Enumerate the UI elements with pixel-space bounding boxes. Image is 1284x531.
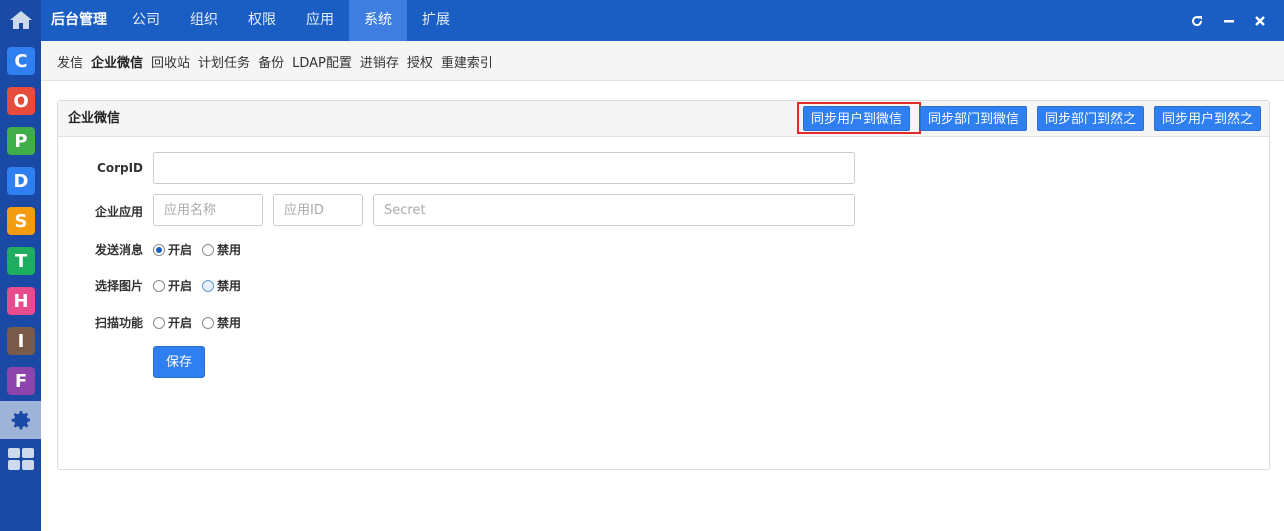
corpid-input[interactable]	[153, 152, 855, 184]
subnav-reindex[interactable]: 重建索引	[441, 52, 493, 71]
refresh-icon[interactable]	[1186, 0, 1208, 41]
nav-company[interactable]: 公司	[117, 0, 175, 41]
scan-off-radio[interactable]	[202, 316, 215, 329]
nav-application[interactable]: 应用	[291, 0, 349, 41]
sync-users-to-ranzhi-button[interactable]: 同步用户到然之	[1154, 106, 1262, 131]
subnav-ldap[interactable]: LDAP配置	[292, 52, 352, 71]
send-on-label: 开启	[168, 243, 193, 257]
app-sidebar: C O P D S T H I F	[0, 0, 41, 531]
scan-label: 扫描功能	[94, 316, 143, 330]
app-f-icon[interactable]: F	[7, 367, 35, 395]
scan-radios: 开启 禁用	[153, 314, 241, 331]
sync-users-to-wechat-button[interactable]: 同步用户到微信	[803, 106, 911, 131]
subnav-backup[interactable]: 备份	[258, 52, 284, 71]
send-off-label: 禁用	[217, 243, 242, 257]
select-image-label: 选择图片	[94, 279, 143, 293]
app-h-icon[interactable]: H	[7, 287, 35, 315]
app-o-icon[interactable]: O	[7, 87, 35, 115]
nav-permission[interactable]: 权限	[233, 0, 291, 41]
select-image-radios: 开启 禁用	[153, 277, 241, 294]
grid-apps-icon[interactable]	[0, 440, 41, 478]
app-p-icon[interactable]: P	[7, 127, 35, 155]
app-c-icon[interactable]: C	[7, 47, 35, 75]
scan-off-label: 禁用	[217, 316, 242, 330]
brand-title: 后台管理	[51, 12, 107, 28]
app-t-icon[interactable]: T	[7, 247, 35, 275]
app-label: 企业应用	[94, 205, 143, 219]
nav-extension[interactable]: 扩展	[407, 0, 465, 41]
send-off-radio[interactable]	[202, 243, 215, 256]
send-message-radios: 开启 禁用	[153, 241, 241, 258]
image-on-radio[interactable]	[153, 279, 165, 292]
subnav-inventory[interactable]: 进销存	[360, 52, 399, 71]
secret-input[interactable]	[373, 194, 855, 226]
sync-depts-to-wechat-button[interactable]: 同步部门到微信	[920, 106, 1028, 131]
scan-on-radio[interactable]	[153, 316, 165, 329]
close-icon[interactable]	[1249, 0, 1271, 41]
scan-on-label: 开启	[168, 316, 193, 330]
send-message-label: 发送消息	[94, 243, 143, 257]
gear-icon[interactable]	[0, 401, 41, 439]
image-off-radio[interactable]	[202, 279, 215, 292]
nav-system[interactable]: 系统	[349, 0, 407, 41]
top-navbar: 后台管理 公司 组织 权限 应用 系统 扩展	[41, 0, 1284, 41]
sync-depts-to-ranzhi-button[interactable]: 同步部门到然之	[1037, 106, 1145, 131]
home-icon[interactable]	[0, 0, 41, 40]
sub-navbar: 发信 企业微信 回收站 计划任务 备份 LDAP配置 进销存 授权 重建索引	[41, 41, 1284, 81]
app-id-input[interactable]	[273, 194, 363, 226]
subnav: 发信 企业微信 回收站 计划任务 备份 LDAP配置 进销存 授权 重建索引	[57, 41, 501, 81]
nav-organization[interactable]: 组织	[175, 0, 233, 41]
corpid-label: CorpID	[97, 161, 143, 175]
subnav-wechat[interactable]: 企业微信	[91, 52, 143, 71]
panel-title: 企业微信	[68, 111, 121, 126]
minimize-icon[interactable]	[1218, 0, 1240, 41]
image-on-label: 开启	[168, 279, 193, 293]
app-name-input[interactable]	[153, 194, 263, 226]
image-off-label: 禁用	[217, 279, 242, 293]
save-button[interactable]: 保存	[153, 346, 205, 378]
panel-header: 企业微信 同步用户到微信 同步部门到微信 同步部门到然之 同步用户到然之	[58, 101, 1269, 137]
wechat-panel: 企业微信 同步用户到微信 同步部门到微信 同步部门到然之 同步用户到然之 Cor…	[57, 100, 1270, 470]
subnav-license[interactable]: 授权	[407, 52, 433, 71]
app-i-icon[interactable]: I	[7, 327, 35, 355]
subnav-mail[interactable]: 发信	[57, 52, 83, 71]
subnav-recycle[interactable]: 回收站	[151, 52, 190, 71]
subnav-cron[interactable]: 计划任务	[198, 52, 250, 71]
app-d-icon[interactable]: D	[7, 167, 35, 195]
app-s-icon[interactable]: S	[7, 207, 35, 235]
send-on-radio[interactable]	[153, 243, 165, 256]
main-nav: 公司 组织 权限 应用 系统 扩展	[117, 0, 465, 41]
